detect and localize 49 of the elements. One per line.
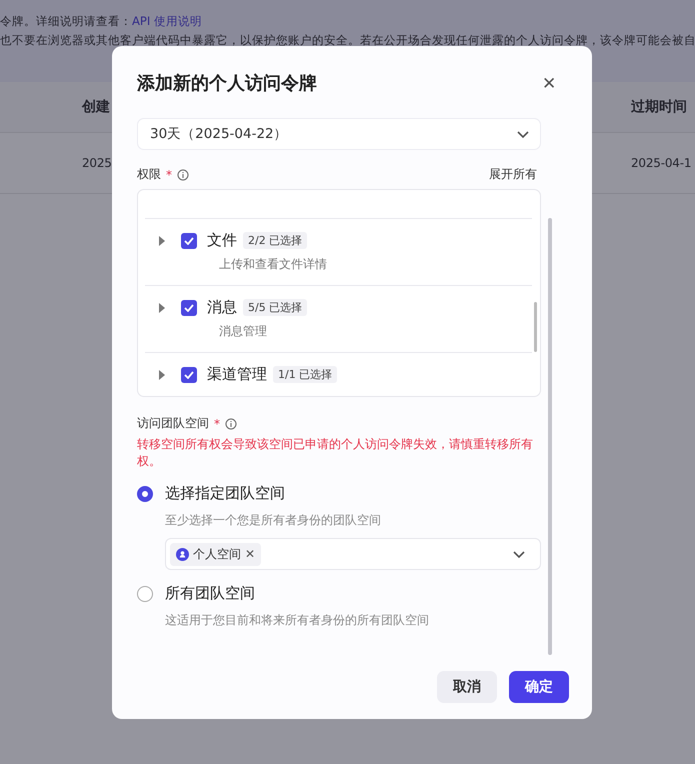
scrollbar[interactable] [534,302,537,352]
remove-tag-icon[interactable]: ✕ [245,547,256,561]
radio-description: 至少选择一个您是所有者身份的团队空间 [165,512,382,529]
field-label: 权限 [137,166,161,183]
tag-label: 个人空间 [193,546,241,562]
space-select-field[interactable]: 个人空间 ✕ [165,538,541,570]
info-icon [225,418,237,430]
expand-arrow-icon[interactable] [159,236,165,246]
checkbox[interactable] [181,232,197,248]
permission-description: 消息管理 [219,323,268,340]
column-header: 过期时间 [631,98,688,116]
close-button[interactable]: ✕ [542,72,568,94]
table-cell-text: 2025-04-1 [631,156,692,170]
radio-button[interactable] [137,486,153,502]
info-icon [177,168,189,180]
notice-text: 也不要在浏览器或其他客户端代码中暴露它，以保护您账户的安全。若在公开场合发现任何泄露的个人访问令牌，该令牌可能会被自 [0,33,695,47]
radio-label: 选择指定团队空间 [165,484,285,503]
selection-count: 2/2 已选择 [243,232,308,249]
selection-count: 5/5 已选择 [243,299,308,316]
expand-arrow-icon[interactable] [159,370,165,380]
user-avatar-icon [176,548,189,560]
checkmark-icon [184,370,194,378]
cancel-button[interactable]: 取消 [437,671,497,703]
checkmark-icon [184,236,194,244]
permission-description: 上传和查看文件详情 [219,256,328,273]
table-cell-text: 2025 [82,156,113,170]
checkbox[interactable] [181,366,197,382]
radio-button[interactable] [137,586,153,602]
dialog-title: 添加新的个人访问令牌 [137,72,317,95]
selection-count: 1/1 已选择 [273,366,338,383]
expand-arrow-icon[interactable] [159,302,165,312]
checkmark-icon [184,304,194,312]
scrollbar[interactable] [548,218,552,655]
required-mark: * [214,416,220,430]
field-label: 访问团队空间 [137,415,209,432]
required-mark: * [166,168,172,182]
permission-name: 文件 [207,231,237,250]
checkbox[interactable] [181,300,197,316]
warning-text: 转移空间所有权会导致该空间已申请的个人访问令牌失效，请慎重转移所有权。 [137,436,534,470]
column-header: 创建 [82,98,111,116]
permission-name: 消息 [207,298,237,317]
permission-name: 渠道管理 [207,365,267,384]
radio-description: 这适用于您目前和将来所有者身份的所有团队空间 [165,612,430,629]
select-value: 30天（2025-04-22） [150,125,288,143]
expand-all-link[interactable]: 展开所有 [489,166,537,183]
confirm-button[interactable]: 确定 [509,671,569,703]
notice-text: 令牌。详细说明请查看： [0,14,132,28]
radio-label: 所有团队空间 [165,584,255,603]
expiry-select-field[interactable]: 30天（2025-04-22） [137,118,541,150]
